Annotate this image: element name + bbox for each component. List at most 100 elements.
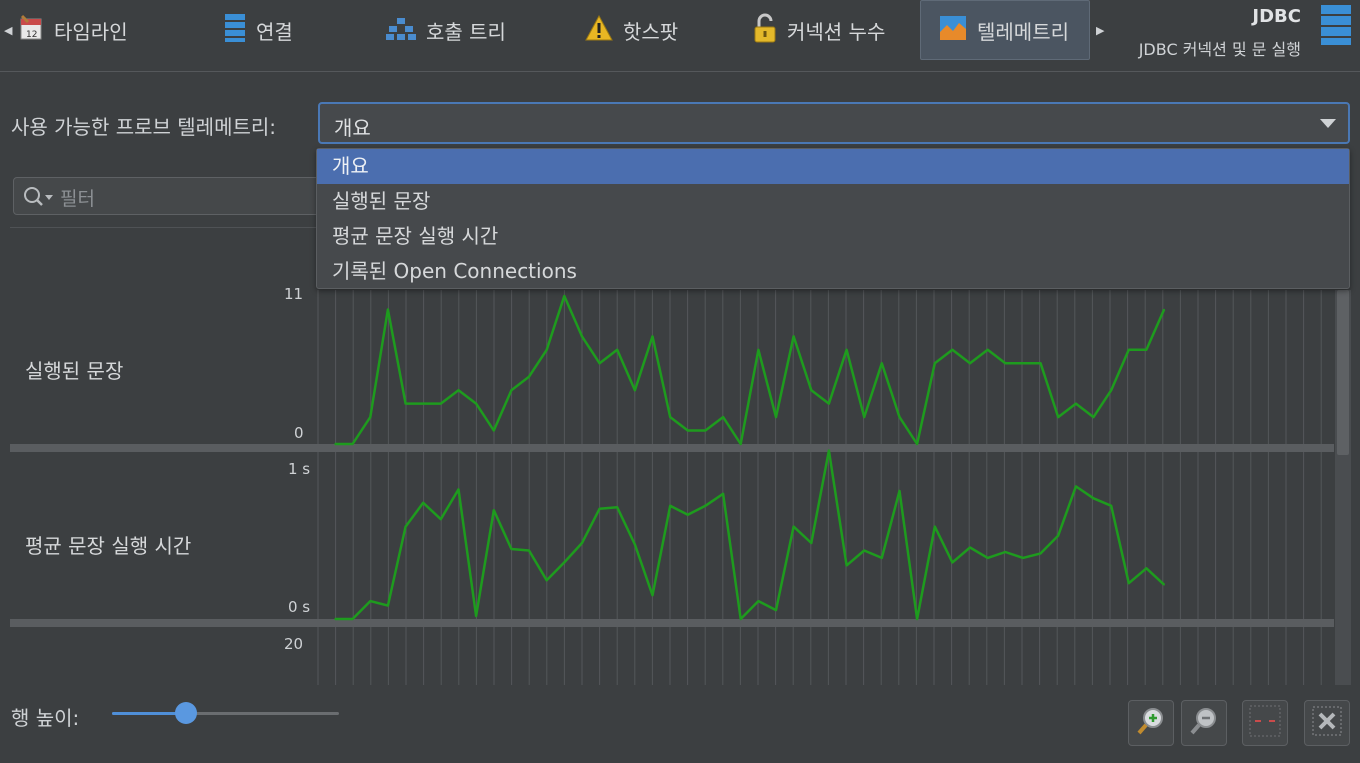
data-point xyxy=(898,416,901,418)
dropdown-option-executed-statements[interactable]: 실행된 문장 xyxy=(317,184,1349,219)
data-point xyxy=(757,349,760,351)
reset-zoom-button[interactable] xyxy=(1304,700,1350,746)
data-point xyxy=(651,594,654,596)
call-tree-icon xyxy=(386,16,416,45)
padlock-icon xyxy=(753,13,777,48)
svg-text:12: 12 xyxy=(26,30,37,40)
tab-label: 타임라인 xyxy=(54,19,128,44)
data-point xyxy=(351,618,354,620)
data-point xyxy=(1004,362,1007,365)
data-point xyxy=(634,389,636,391)
chevron-down-icon xyxy=(1320,119,1336,128)
data-point xyxy=(757,600,760,602)
data-point xyxy=(1128,582,1130,584)
close-icon xyxy=(1311,705,1343,742)
zoom-out-button[interactable] xyxy=(1181,700,1227,746)
dropdown-option-avg-exec-time[interactable]: 평균 문장 실행 시간 xyxy=(317,219,1349,254)
data-point xyxy=(404,402,407,405)
data-point xyxy=(510,548,513,550)
data-point xyxy=(1145,349,1148,351)
row-height-slider-handle[interactable] xyxy=(175,702,197,724)
data-point xyxy=(792,335,795,338)
data-point xyxy=(810,389,813,391)
data-point xyxy=(475,402,477,405)
data-point xyxy=(739,618,742,620)
tab-call-tree[interactable]: 호출 트리 xyxy=(386,0,506,60)
data-point xyxy=(493,429,495,432)
data-point xyxy=(739,443,742,445)
row-separator[interactable] xyxy=(10,619,1334,627)
data-point xyxy=(722,416,724,418)
data-point xyxy=(528,549,530,552)
data-point xyxy=(387,604,389,607)
data-point xyxy=(951,349,954,351)
data-point xyxy=(934,525,936,528)
data-point xyxy=(1057,534,1059,537)
data-point xyxy=(722,493,724,495)
tab-label: 텔레메트리 xyxy=(977,19,1069,44)
data-point xyxy=(457,389,460,391)
tab-bar: ◀ 12 타임라인 연결 호출 트리 핫스팟 커넥션 누수 텔레메트리 ▶ JD… xyxy=(0,0,1360,72)
data-point xyxy=(1004,551,1007,553)
dropdown-option-open-connections[interactable]: 기록된 Open Connections xyxy=(317,254,1349,289)
telemetry-icon xyxy=(939,15,967,46)
tab-connections[interactable]: 연결 xyxy=(224,0,293,60)
tab-connection-leaks[interactable]: 커넥션 누수 xyxy=(753,0,885,60)
tab-telemetry[interactable]: 텔레메트리 xyxy=(920,0,1090,60)
data-point xyxy=(1022,362,1024,365)
fit-width-button[interactable] xyxy=(1242,700,1288,746)
data-point xyxy=(775,416,777,418)
zoom-in-button[interactable] xyxy=(1128,700,1174,746)
data-point xyxy=(563,561,566,564)
data-point xyxy=(440,402,442,405)
data-point xyxy=(581,542,583,544)
data-point xyxy=(651,335,654,338)
data-point xyxy=(369,600,372,602)
filter-field[interactable]: 필터 xyxy=(13,177,323,215)
row-separator[interactable] xyxy=(10,444,1334,452)
data-point xyxy=(616,349,618,351)
warning-icon xyxy=(585,14,613,46)
dropdown-option-overview[interactable]: 개요 xyxy=(317,149,1349,184)
telemetry-select[interactable]: 개요 xyxy=(318,102,1350,144)
data-point xyxy=(687,429,689,432)
data-point xyxy=(986,349,989,351)
scrollbar-thumb[interactable] xyxy=(1337,290,1349,455)
data-point xyxy=(828,449,830,452)
data-point xyxy=(369,416,372,418)
data-point xyxy=(1039,362,1042,365)
data-point xyxy=(916,618,918,620)
data-point xyxy=(440,518,442,520)
data-point xyxy=(669,416,671,418)
data-point xyxy=(969,546,971,549)
filter-placeholder: 필터 xyxy=(60,188,95,210)
tab-timeline[interactable]: 12 타임라인 xyxy=(18,0,128,60)
data-point xyxy=(510,389,513,391)
telemetry-select-label: 사용 가능한 프로브 텔레메트리: xyxy=(11,115,277,139)
zoom-out-icon xyxy=(1189,706,1219,741)
data-point xyxy=(334,443,336,445)
probe-title: JDBC xyxy=(1252,6,1301,27)
database-probe-icon xyxy=(1320,4,1352,51)
data-point xyxy=(1057,416,1059,418)
data-point xyxy=(1110,505,1112,507)
data-point xyxy=(881,557,883,559)
data-point xyxy=(951,561,954,564)
data-point xyxy=(475,615,477,617)
data-point xyxy=(1092,416,1095,418)
data-point xyxy=(1145,567,1148,570)
scroll-tabs-left-icon[interactable]: ◀ xyxy=(4,24,12,37)
data-point xyxy=(1022,557,1024,559)
data-point xyxy=(1163,583,1165,586)
data-point xyxy=(598,362,601,365)
data-point xyxy=(845,564,848,567)
database-stack-icon xyxy=(224,13,246,48)
telemetry-dropdown-list: 개요 실행된 문장 평균 문장 실행 시간 기록된 Open Connectio… xyxy=(316,148,1350,289)
scroll-tabs-right-icon[interactable]: ▶ xyxy=(1096,24,1104,37)
data-point xyxy=(934,362,936,365)
tab-label: 커넥션 누수 xyxy=(787,19,886,44)
tab-hotspots[interactable]: 핫스팟 xyxy=(585,0,678,60)
data-point xyxy=(898,490,901,492)
data-point xyxy=(1163,308,1165,311)
data-point xyxy=(669,505,671,507)
